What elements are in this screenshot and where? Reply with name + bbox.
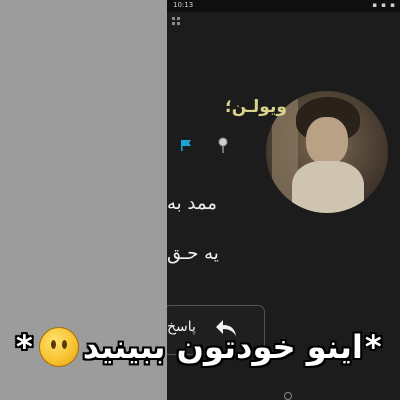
message-line-2: یه حـق xyxy=(167,243,219,264)
status-time: 10:13 xyxy=(173,1,194,9)
grid-icon[interactable] xyxy=(172,17,181,26)
status-bar: 10:13 ▪ ▪ ▪ xyxy=(167,0,400,12)
message-line-1: ممد به xyxy=(167,193,217,214)
status-icons: ▪ ▪ ▪ xyxy=(372,1,396,9)
caption-star-right: * xyxy=(364,328,382,366)
caption-star-left: * xyxy=(16,328,33,366)
caption-overlay: * اینو خودتون ببینید * xyxy=(14,327,386,367)
flag-icon xyxy=(181,140,191,151)
nav-home-button[interactable] xyxy=(284,392,292,400)
caption-text: اینو خودتون ببینید xyxy=(82,328,363,366)
profile-name: ویولـن؛ xyxy=(225,97,287,117)
pin-icon xyxy=(218,137,228,153)
emoji-face-icon xyxy=(38,327,79,367)
